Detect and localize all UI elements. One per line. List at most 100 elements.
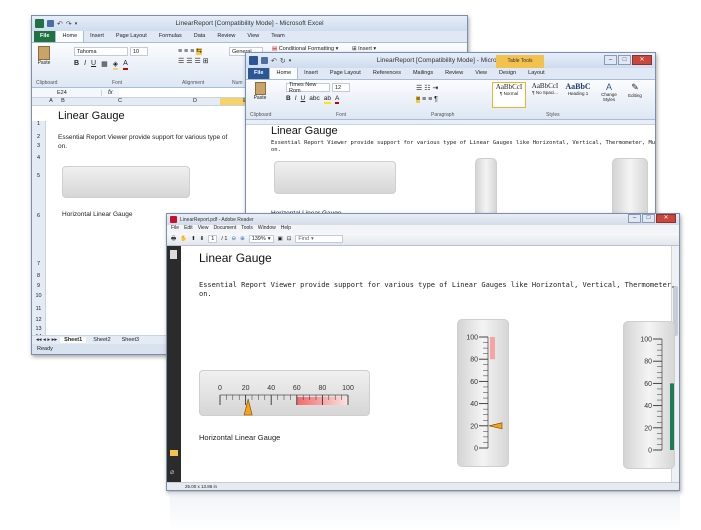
menu-view[interactable]: View	[198, 225, 209, 233]
center-icon[interactable]: ☰	[186, 58, 192, 65]
wrap-text-icon[interactable]: ⇆	[196, 48, 203, 55]
tab-home[interactable]: Home	[55, 30, 85, 42]
bold-icon[interactable]: B	[74, 60, 79, 70]
editing-button[interactable]: ✎ Editing	[624, 82, 646, 98]
row-12[interactable]: 12	[32, 317, 45, 323]
row-6[interactable]: 6	[32, 213, 45, 219]
center-icon[interactable]: ≡	[422, 96, 426, 103]
menu-file[interactable]: File	[171, 225, 179, 233]
italic-icon[interactable]: I	[295, 95, 297, 104]
row-3[interactable]: 3	[32, 143, 45, 149]
tab-page-layout[interactable]: Page Layout	[324, 68, 367, 79]
sheet-tab-1[interactable]: Sheet1	[60, 337, 87, 343]
paste-button[interactable]: Paste	[252, 82, 268, 101]
zoom-select[interactable]: 139% ▾	[248, 235, 274, 243]
highlight-icon[interactable]: ab	[323, 95, 331, 104]
tab-file[interactable]: File	[34, 31, 56, 42]
undo-icon[interactable]: ↶	[57, 20, 63, 28]
menu-tools[interactable]: Tools	[241, 225, 253, 233]
font-name-box[interactable]: Times New Rom	[286, 82, 330, 94]
menu-help[interactable]: Help	[281, 225, 291, 233]
row-7[interactable]: 7	[32, 261, 45, 267]
tab-review[interactable]: Review	[439, 68, 469, 79]
fill-color-icon[interactable]: ◈	[112, 60, 119, 70]
row-1[interactable]: 1	[32, 121, 45, 127]
minimize-button[interactable]: –	[628, 214, 641, 223]
save-icon[interactable]	[261, 57, 268, 64]
tab-data[interactable]: Data	[188, 31, 212, 42]
customize-qat-icon[interactable]: ▾	[289, 58, 292, 64]
indent-icon[interactable]: ⇥	[432, 85, 438, 92]
tab-insert[interactable]: Insert	[84, 31, 110, 42]
pages-panel-icon[interactable]	[170, 250, 177, 259]
row-2[interactable]: 2	[32, 134, 45, 140]
col-header-d[interactable]: D	[170, 98, 220, 105]
redo-icon[interactable]: ↻	[280, 57, 286, 65]
attachment-icon[interactable]: ⌀	[170, 468, 174, 476]
sheet-tab-3[interactable]: Sheet3	[118, 337, 143, 343]
bullets-icon[interactable]: ☰	[416, 85, 422, 92]
close-button[interactable]: ✕	[632, 55, 652, 65]
style-normal[interactable]: AaBbCcI ¶ Normal	[492, 82, 526, 108]
menu-edit[interactable]: Edit	[184, 225, 193, 233]
customize-qat-icon[interactable]: ▾	[75, 21, 78, 27]
align-bottom-icon[interactable]: ≡	[190, 48, 194, 55]
change-styles-button[interactable]: A Change Styles	[598, 82, 620, 102]
minimize-button[interactable]: –	[604, 55, 617, 65]
pilcrow-icon[interactable]: ¶	[434, 96, 438, 103]
row-9[interactable]: 9	[32, 283, 45, 289]
tab-mailings[interactable]: Mailings	[407, 68, 439, 79]
comments-icon[interactable]	[170, 450, 178, 456]
page-number-input[interactable]: 1	[208, 235, 218, 243]
paste-button[interactable]: Paste	[36, 46, 52, 74]
borders-icon[interactable]: ▦	[101, 60, 108, 70]
save-icon[interactable]	[47, 20, 54, 27]
redo-icon[interactable]: ↷	[66, 20, 72, 28]
merge-icon[interactable]: ⊞	[203, 58, 209, 65]
align-middle-icon[interactable]: ≡	[184, 48, 188, 55]
undo-icon[interactable]: ↶	[271, 57, 277, 65]
zoom-out-icon[interactable]: ⊖	[231, 236, 236, 242]
font-color-icon[interactable]: A	[123, 60, 128, 70]
tab-view[interactable]: View	[469, 68, 493, 79]
row-13[interactable]: 13	[32, 326, 45, 332]
tab-references[interactable]: References	[367, 68, 407, 79]
maximize-button[interactable]: □	[642, 214, 655, 223]
justify-icon[interactable]: ≡	[428, 96, 432, 103]
tab-review[interactable]: Review	[211, 31, 241, 42]
tab-insert[interactable]: Insert	[298, 68, 324, 79]
col-header-b[interactable]: B	[56, 98, 70, 105]
hand-tool-icon[interactable]: ✋	[180, 236, 187, 242]
align-right-icon[interactable]: ☰	[194, 58, 200, 65]
underline-icon[interactable]: U	[91, 60, 96, 70]
style-no-spacing[interactable]: AaBbCcI ¶ No Spaci...	[528, 82, 562, 108]
align-left-icon[interactable]: ☰	[178, 58, 184, 65]
tab-team[interactable]: Team	[265, 31, 290, 42]
fit-width-icon[interactable]: ⊡	[287, 236, 292, 242]
font-name-box[interactable]: Tahoma	[74, 47, 128, 56]
sheet-nav-icon[interactable]: ◂◂ ◂ ▸ ▸▸	[36, 337, 57, 343]
row-4[interactable]: 4	[32, 155, 45, 161]
row-5[interactable]: 5	[32, 173, 45, 179]
print-icon[interactable]: 🖶	[171, 235, 176, 244]
font-color-icon[interactable]: A	[334, 95, 340, 104]
italic-icon[interactable]: I	[84, 60, 86, 70]
row-8[interactable]: 8	[32, 273, 45, 279]
close-button[interactable]: ✕	[656, 214, 676, 223]
tab-home[interactable]: Home	[269, 67, 299, 79]
tab-file[interactable]: File	[248, 68, 270, 79]
zoom-in-icon[interactable]: ⊕	[240, 236, 245, 242]
col-header-a[interactable]: A	[46, 98, 56, 105]
bold-icon[interactable]: B	[286, 95, 291, 104]
fx-icon[interactable]: fx	[102, 90, 119, 96]
prev-page-icon[interactable]: ⬆	[191, 236, 196, 242]
menu-document[interactable]: Document	[213, 225, 236, 233]
tab-view[interactable]: View	[241, 31, 265, 42]
next-page-icon[interactable]: ⬇	[200, 236, 205, 242]
row-10[interactable]: 10	[32, 293, 45, 299]
align-left-icon[interactable]: ≡	[416, 96, 421, 103]
maximize-button[interactable]: □	[618, 55, 631, 65]
strikethrough-icon[interactable]: abc	[309, 95, 319, 104]
find-input[interactable]: Find ▾	[295, 235, 344, 243]
tab-formulas[interactable]: Formulas	[153, 31, 188, 42]
